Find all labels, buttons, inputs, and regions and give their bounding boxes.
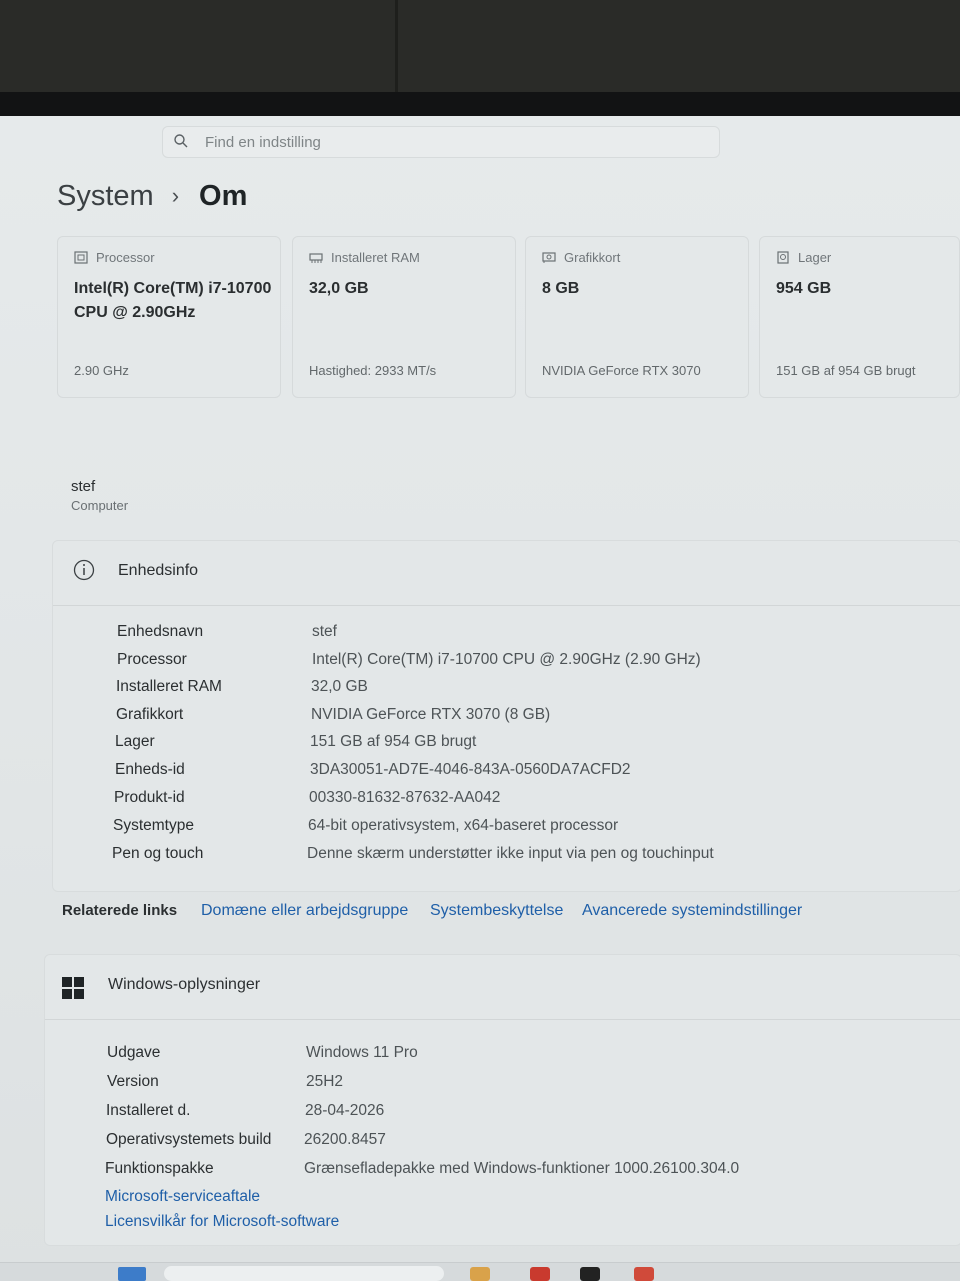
device-info-header[interactable]: Enhedsinfo [53,541,960,606]
storage-card: Lager 954 GB 151 GB af 954 GB brugt [759,236,960,398]
spec-value: stef [312,623,337,640]
spec-value: Intel(R) Core(TM) i7-10700 CPU @ 2.90GHz… [312,651,701,668]
monitor-edge [0,92,960,116]
spec-label: Operativsystemets build [106,1131,272,1148]
card-value: Intel(R) Core(TM) i7-10700 CPU @ 2.90GHz [74,280,272,321]
card-label: Processor [96,250,155,265]
advanced-system-settings-link[interactable]: Avancerede systemindstillinger [582,902,802,920]
spec-label: Installeret d. [106,1102,191,1119]
card-sub: 2.90 GHz [74,363,129,378]
computer-name-section[interactable]: stef Computer [47,472,960,522]
spec-value: Grænsefladepakke med Windows-funktioner … [304,1160,740,1177]
monitor-bezel [0,0,960,92]
card-value: 8 GB [542,280,580,297]
domain-workgroup-link[interactable]: Domæne eller arbejdsgruppe [201,902,408,920]
breadcrumb: System › Om [57,176,247,216]
windows-logo-icon [62,977,84,999]
search-input[interactable] [203,131,687,153]
card-sub: NVIDIA GeForce RTX 3070 [542,363,701,378]
spec-value: 32,0 GB [311,678,368,695]
windows-info-title: Windows-oplysninger [108,976,261,993]
settings-window: System › Om Processor Intel(R) Core(TM) … [0,116,960,1280]
spec-label: Installeret RAM [116,678,222,695]
processor-icon [74,251,88,264]
card-sub: Hastighed: 2933 MT/s [309,363,437,378]
device-info-title: Enhedsinfo [118,562,199,579]
spec-value: 00330-81632-87632-AA042 [309,789,501,806]
spec-value: 26200.8457 [304,1131,386,1148]
spec-label: Lager [115,733,155,750]
computer-name: stef [71,478,96,495]
breadcrumb-system-link[interactable]: System [57,180,154,213]
spec-value: 3DA30051-AD7E-4046-843A-0560DA7ACFD2 [310,761,631,778]
spec-label: Udgave [107,1044,161,1061]
device-info-panel: Enhedsinfo Enhedsnavn stef Processor Int… [52,540,960,892]
windows-info-header[interactable]: Windows-oplysninger [45,955,960,1020]
spec-label: Produkt-id [114,789,185,806]
storage-icon [777,251,789,264]
spec-value: 28-04-2026 [305,1102,385,1119]
ram-card: Installeret RAM 32,0 GB Hastighed: 2933 … [292,236,516,398]
info-icon [73,559,95,581]
taskbar-search[interactable] [164,1266,444,1281]
card-value: 32,0 GB [309,280,369,297]
spec-label: Processor [117,651,187,668]
spec-label: Pen og touch [112,845,204,862]
spec-label: Systemtype [113,817,194,834]
page-title: Om [199,179,248,212]
taskbar-app-icon[interactable] [470,1267,490,1281]
card-label: Grafikkort [564,250,621,265]
card-value: 954 GB [776,280,832,297]
microsoft-software-license-link[interactable]: Licensvilkår for Microsoft-software [105,1213,339,1238]
spec-value: NVIDIA GeForce RTX 3070 (8 GB) [311,706,551,723]
spec-label: Enhedsnavn [117,623,204,640]
spec-value: 25H2 [306,1073,344,1090]
computer-type: Computer [71,498,129,513]
microsoft-links: Microsoft-serviceaftale Licensvilkår for… [105,1188,339,1238]
spec-value: Denne skærm understøtter ikke input via … [307,845,714,862]
spec-value: 151 GB af 954 GB brugt [310,733,477,750]
ram-icon [309,253,323,263]
breadcrumb-separator: › [171,183,180,208]
taskbar-app-icon[interactable] [580,1267,600,1281]
card-label: Lager [798,250,832,265]
search-box[interactable] [162,126,720,158]
spec-label: Enheds-id [115,761,185,778]
graphics-card: Grafikkort 8 GB NVIDIA GeForce RTX 3070 [525,236,749,398]
taskbar-app-icon[interactable] [634,1267,654,1281]
card-label: Installeret RAM [331,250,420,265]
spec-value: 64-bit operativsystem, x64-baseret proce… [308,817,619,834]
related-links: Relaterede links Domæne eller arbejdsgru… [62,902,960,928]
spec-value: Windows 11 Pro [306,1044,418,1061]
taskbar-app-icon[interactable] [530,1267,550,1281]
microsoft-service-agreement-link[interactable]: Microsoft-serviceaftale [105,1188,339,1213]
system-protection-link[interactable]: Systembeskyttelse [430,902,563,920]
taskbar [0,1262,960,1281]
graphics-card-icon [542,252,556,263]
start-button[interactable] [118,1267,146,1281]
spec-label: Grafikkort [116,706,184,723]
search-icon [174,134,188,148]
processor-card: Processor Intel(R) Core(TM) i7-10700 CPU… [57,236,281,398]
spec-label: Version [107,1073,159,1090]
card-sub: 151 GB af 954 GB brugt [776,363,916,378]
spec-cards: Processor Intel(R) Core(TM) i7-10700 CPU… [57,236,960,404]
spec-label: Funktionspakke [105,1160,214,1177]
related-links-label: Relaterede links [62,902,178,919]
